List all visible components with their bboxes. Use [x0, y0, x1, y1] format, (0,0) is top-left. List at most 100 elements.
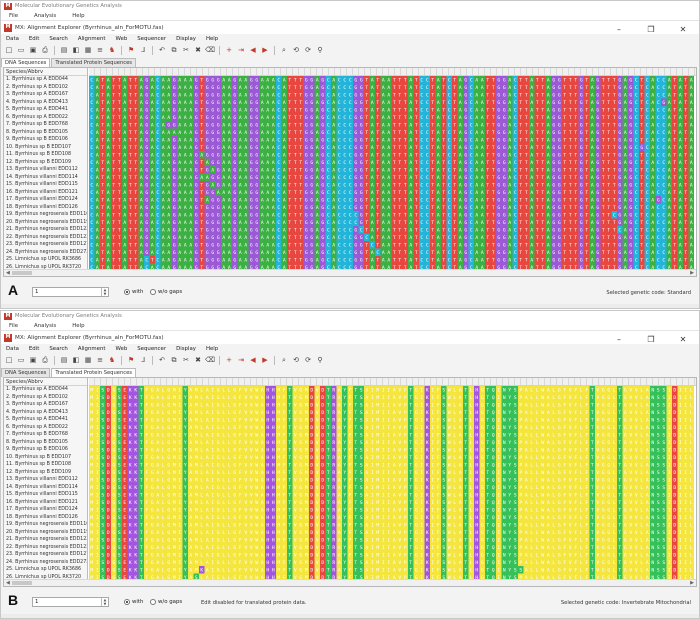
minimize-button[interactable]: –: [603, 23, 635, 34]
copy-icon[interactable]: ⧉: [169, 46, 179, 56]
menu-search[interactable]: Search: [44, 36, 73, 42]
add-icon[interactable]: +: [224, 46, 234, 56]
species-row[interactable]: 24. Byrrhinus negrosensis EDD273: [4, 249, 87, 257]
find-icon[interactable]: ⚲: [315, 46, 325, 56]
view-icon[interactable]: ◧: [71, 46, 81, 56]
residue-letter: A: [222, 93, 225, 99]
species-row[interactable]: 17. Byrrhinus villanni EDD124: [4, 196, 87, 204]
menu-file[interactable]: File: [1, 13, 26, 19]
new-file-icon[interactable]: □: [4, 46, 14, 56]
residue-letter: T: [134, 100, 137, 106]
species-row[interactable]: 4. Byrrhinus sp A EDD413: [4, 99, 87, 107]
delete-gaps-icon[interactable]: ⌫: [205, 46, 215, 56]
residue-letter: C: [448, 220, 451, 226]
residue-letter: C: [90, 145, 93, 151]
residue-letter: G: [596, 153, 599, 159]
insert-icon[interactable]: ⇥: [236, 46, 246, 56]
species-row[interactable]: 11. Byrrhinus sp B EDD108: [4, 151, 87, 159]
residue-letter: A: [272, 175, 275, 181]
print-icon[interactable]: ⎙: [40, 46, 50, 56]
menu-analysis[interactable]: Analysis: [26, 13, 64, 19]
species-row[interactable]: 20. Byrrhinus negrosensis EDD119: [4, 219, 87, 227]
residue-letter: A: [409, 115, 412, 121]
grid-icon[interactable]: ▦: [83, 46, 93, 56]
cut-icon[interactable]: ✂: [181, 46, 191, 56]
residue-letter: G: [464, 145, 467, 151]
species-row[interactable]: 12. Byrrhinus sp B EDD109: [4, 159, 87, 167]
residue-letter: C: [343, 160, 346, 166]
residue-letter: C: [646, 175, 649, 181]
flag-icon[interactable]: ⚑: [126, 46, 136, 56]
residue-letter: C: [277, 138, 280, 144]
residue-letter: T: [299, 145, 302, 151]
table-icon[interactable]: ▤: [59, 46, 69, 56]
species-row[interactable]: 7. Byrrhinus sp B EDD768: [4, 121, 87, 129]
residue-letter: C: [662, 130, 665, 136]
run-icon[interactable]: ♞: [107, 46, 117, 56]
species-row[interactable]: 1. Byrrhinus sp A EDD044: [4, 76, 87, 84]
residue-letter: A: [382, 123, 385, 129]
species-row[interactable]: 13. Byrrhinus villanni EDD112: [4, 166, 87, 174]
species-row[interactable]: 6. Byrrhinus sp A EDD022: [4, 114, 87, 122]
close-button[interactable]: ✕: [667, 23, 699, 34]
maximize-button[interactable]: ❐: [635, 23, 667, 34]
residue-letter: A: [591, 198, 594, 204]
residue-letter: T: [442, 100, 445, 106]
residue-letter: A: [140, 108, 143, 114]
translate-icon[interactable]: ᒧ: [138, 46, 148, 56]
residue-letter: C: [635, 168, 638, 174]
undo-icon[interactable]: ↶: [157, 46, 167, 56]
search-icon[interactable]: ⌕: [279, 46, 289, 56]
species-row[interactable]: 9. Byrrhinus sp B EDD106: [4, 136, 87, 144]
residue-letter: C: [338, 123, 341, 129]
residue-letter: G: [464, 108, 467, 114]
species-row[interactable]: 23. Byrrhinus negrosensis EDD127: [4, 241, 87, 249]
delete-icon[interactable]: ✖: [193, 46, 203, 56]
alignment-grid[interactable]: Species/Abbrv 1. Byrrhinus sp A EDD044 2.…: [3, 67, 697, 277]
residue-letter: A: [96, 190, 99, 196]
next-icon[interactable]: ▶: [260, 46, 270, 56]
dna-alignment-cells[interactable]: CATATTATTAGACAAGAAAGTGGGAAGAAGGAAACATTTG…: [89, 76, 696, 271]
species-row[interactable]: 15. Byrrhinus villanni EDD115: [4, 181, 87, 189]
tab-translated-protein[interactable]: Translated Protein Sequences: [51, 58, 136, 67]
menu-data[interactable]: Data: [1, 36, 24, 42]
list-icon[interactable]: ≡: [95, 46, 105, 56]
save-icon[interactable]: ▣: [28, 46, 38, 56]
species-row[interactable]: 3. Byrrhinus sp A EDD167: [4, 91, 87, 99]
prev-icon[interactable]: ◀: [248, 46, 258, 56]
residue-letter: G: [233, 213, 236, 219]
menu-help[interactable]: Help: [201, 36, 223, 42]
residue-letter: A: [459, 115, 462, 121]
species-row[interactable]: 22. Byrrhinus negrosensis EDD123: [4, 234, 87, 242]
species-row[interactable]: 2. Byrrhinus sp A EDD102: [4, 84, 87, 92]
menu-sequencer[interactable]: Sequencer: [132, 36, 171, 42]
open-folder-icon[interactable]: ▭: [16, 46, 26, 56]
find-prev-icon[interactable]: ⟲: [291, 46, 301, 56]
menu-help[interactable]: Help: [64, 13, 92, 19]
menu-web[interactable]: Web: [110, 36, 132, 42]
species-row[interactable]: 21. Byrrhinus negrosensis EDD122: [4, 226, 87, 234]
residue-letter: T: [585, 198, 588, 204]
species-row[interactable]: 19. Byrrhinus negrosensis EDD116: [4, 211, 87, 219]
residue-letter: A: [140, 138, 143, 144]
species-row[interactable]: 14. Byrrhinus villanni EDD114: [4, 174, 87, 182]
menu-edit[interactable]: Edit: [24, 36, 44, 42]
tab-dna-sequences[interactable]: DNA Sequences: [1, 58, 51, 67]
menu-alignment[interactable]: Alignment: [73, 36, 111, 42]
residue-letter: G: [580, 108, 583, 114]
residue-letter: T: [129, 130, 132, 136]
residue-letter: A: [189, 130, 192, 136]
find-next-icon[interactable]: ⟳: [303, 46, 313, 56]
species-row[interactable]: 18. Byrrhinus villanni EDD126: [4, 204, 87, 212]
species-row[interactable]: 5. Byrrhinus sp A EDD441: [4, 106, 87, 114]
residue-letter: G: [360, 183, 363, 189]
residue-letter: C: [514, 220, 517, 226]
residue-letter: A: [151, 228, 154, 234]
residue-letter: A: [371, 115, 374, 121]
species-row[interactable]: 8. Byrrhinus sp B EDD105: [4, 129, 87, 137]
species-row[interactable]: 16. Byrrhinus villanni EDD121: [4, 189, 87, 197]
species-row[interactable]: 10. Byrrhinus sp B EDD107: [4, 144, 87, 152]
menu-display[interactable]: Display: [171, 36, 201, 42]
species-row[interactable]: 25. Limnichus sp UPOL RK3686: [4, 256, 87, 264]
residue-letter: A: [151, 93, 154, 99]
